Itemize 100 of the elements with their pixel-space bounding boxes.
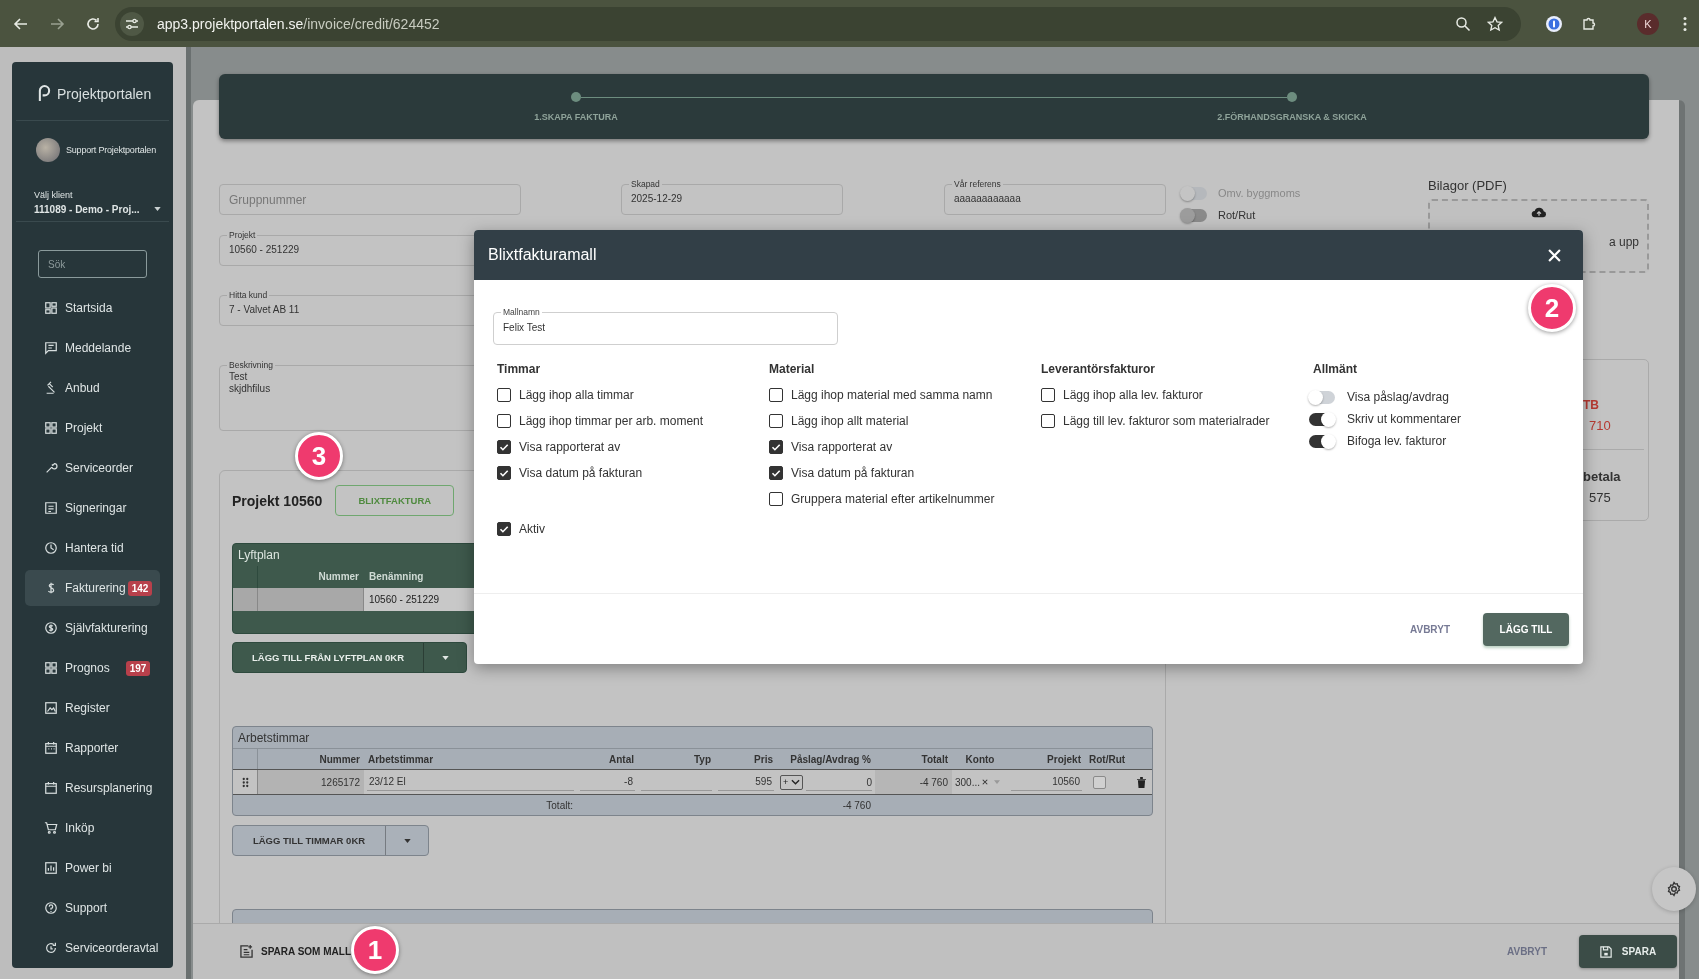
back-icon[interactable] [13,15,29,32]
cancel-button[interactable]: AVBRYT [1410,623,1450,635]
option-label: Lägg till lev. fakturor som materialrader [1063,414,1270,428]
nav-item[interactable]: Fakturering 142 [25,570,160,606]
clear-icon[interactable] [982,779,989,785]
reference-field[interactable]: Vår referens aaaaaaaaaaaa [944,179,1166,215]
nav-item[interactable]: Prognos 197 [12,648,160,688]
group-heading: Material [769,362,816,376]
checkbox[interactable] [1041,388,1055,402]
column-header: Arbetstimmar [367,752,435,767]
nav-item[interactable]: Inköp [12,808,160,848]
input-field[interactable]: 23/12 El [367,772,574,791]
checkbox[interactable] [769,440,783,454]
chevron-icon [791,779,801,785]
column-header: Nummer [317,570,360,584]
checkbox[interactable] [1093,775,1106,789]
save-template-button[interactable]: SPARA SOM MALL [240,945,351,958]
toggle-switch[interactable] [1181,208,1207,222]
table-cell [233,588,258,611]
address-bar[interactable]: app3.projektportalen.se/invoice/credit/624452 [115,6,1521,41]
nav-item[interactable]: Anbud [12,368,160,408]
trash-icon[interactable] [1136,776,1146,788]
total-value: -4 760 [841,798,872,813]
count-badge: 197 [125,660,151,676]
option-label: Lägg ihop alla timmar [519,388,634,402]
search-field[interactable]: Sök [38,250,147,278]
checkbox[interactable] [497,466,511,480]
refresh-icon [44,941,58,955]
nav-item[interactable]: Serviceorderavtal [12,928,160,968]
nav-item[interactable]: Meddelande [12,328,160,368]
total-label: Totalt: [545,798,574,813]
option-label: Aktiv [519,522,545,536]
nav-item[interactable]: Projekt [12,408,160,448]
input-field[interactable]: 0 [806,773,872,791]
nav-item[interactable]: Självfakturering [12,608,160,648]
checkbox[interactable] [497,388,511,402]
caret-icon[interactable] [153,207,161,212]
option-label: Gruppera material efter artikelnummer [791,492,995,506]
checkbox[interactable] [769,492,783,506]
template-name-field[interactable]: Mallnamn Felix Test [493,307,838,345]
section-title: Bilagor (PDF) [1428,178,1508,193]
input-field[interactable]: 595 [718,772,774,791]
date-field[interactable]: Skapad 2025-12-29 [621,179,843,215]
step-dot[interactable] [571,92,581,102]
nav-item[interactable]: Serviceorder [12,448,160,488]
option-label: Visa rapporterat av [519,440,621,454]
step-label[interactable]: 2.FÖRHANDSGRANSKA & SKICKA [1142,112,1442,122]
toggle-label: Rot/Rut [1218,209,1256,221]
checkbox[interactable] [1041,414,1055,428]
checkbox[interactable] [497,522,511,536]
drag-handle-icon[interactable] [241,776,249,788]
input-field[interactable]: -8 [580,772,635,791]
checkbox[interactable] [497,440,511,454]
site-settings-icon[interactable] [120,11,144,36]
nav-item[interactable]: Startsida [12,288,160,328]
checkbox[interactable] [769,414,783,428]
nav-item[interactable]: Support [12,888,160,928]
account-select[interactable]: 300... [955,776,981,788]
option-label: Lägg ihop timmar per arb. moment [519,414,704,428]
puzzle-icon[interactable] [1581,15,1597,32]
sign-select[interactable]: + [780,774,804,790]
checkbox[interactable] [497,414,511,428]
table-title: Lyftplan [237,547,281,564]
star-icon[interactable] [1487,15,1503,32]
step-label[interactable]: 1.SKAPA FAKTURA [426,112,726,122]
extension-icon[interactable] [1545,14,1563,33]
nav-item[interactable]: Register [12,688,160,728]
summary-label: TB [1583,398,1600,412]
nav-item[interactable]: Power bi [12,848,160,888]
group-heading: Leverantörsfakturor [1041,362,1157,376]
toggle-switch[interactable] [1309,434,1335,448]
nav-item[interactable]: Resursplanering [12,768,160,808]
client-select[interactable]: 111089 - Demo - Proj... [34,203,140,215]
zoom-icon[interactable] [1455,15,1471,32]
coin-icon [44,621,58,635]
close-icon[interactable] [1548,248,1561,262]
table-cell: 1265172 [258,770,364,794]
forward-icon[interactable] [49,15,65,32]
reload-icon[interactable] [85,15,101,32]
option-label: Visa datum på fakturan [791,466,915,480]
profile-avatar[interactable]: K [1637,12,1659,35]
add-button[interactable]: LÄGG TILL [1483,612,1569,646]
group-heading: Timmar [497,362,542,376]
input-field[interactable]: 10560 [1011,772,1082,791]
step-dot[interactable] [1287,92,1297,102]
checkbox[interactable] [769,388,783,402]
column-header: Totalt [920,752,949,767]
message-icon [44,341,58,355]
nav-item[interactable]: Rapporter [12,728,160,768]
save-button[interactable]: SPARA [1579,935,1677,968]
toggle-switch[interactable] [1309,390,1335,404]
nav-item[interactable]: Signeringar [12,488,160,528]
toggle-switch[interactable] [1309,412,1335,426]
nav-item[interactable]: Hantera tid [12,528,160,568]
column-header: Projekt [1046,752,1082,767]
checkbox[interactable] [769,466,783,480]
clock-icon [44,541,58,555]
more-icon[interactable] [1683,15,1687,32]
column-header: Benämning [368,570,425,584]
group-number-field[interactable]: Gruppnummer [219,184,521,215]
